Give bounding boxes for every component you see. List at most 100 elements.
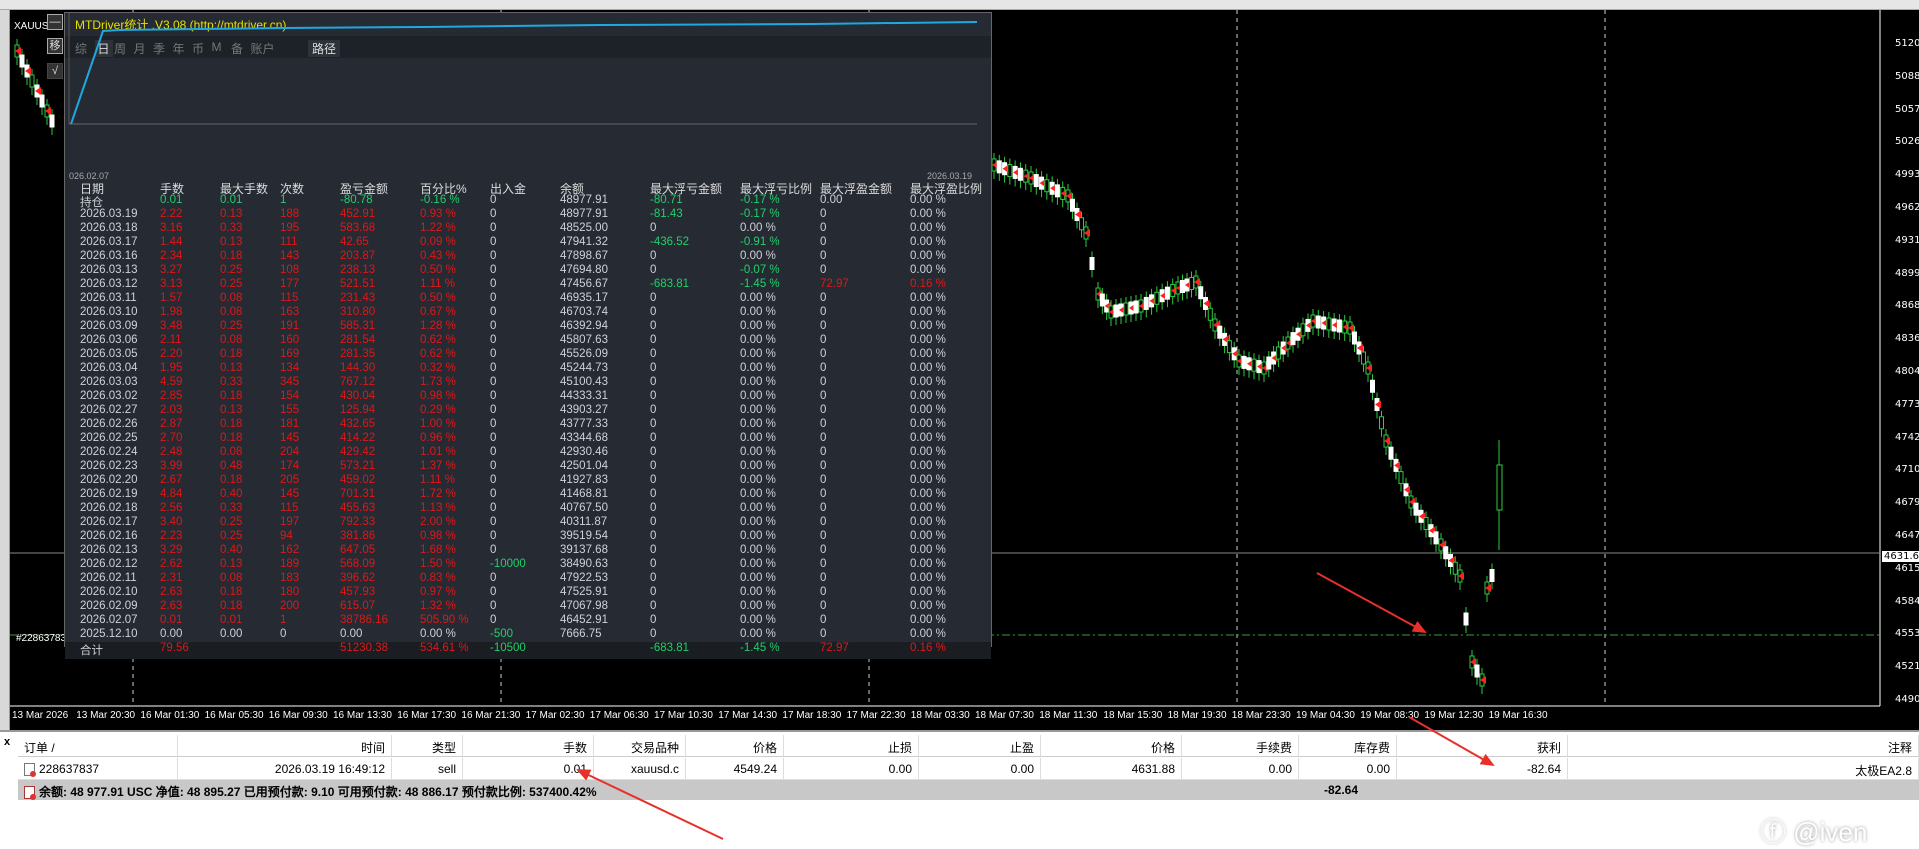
stat-cell: 3.29 xyxy=(160,544,183,556)
minimize-button[interactable]: — xyxy=(47,14,63,30)
price-chart[interactable]: XAUUSD #228637837 5120.305088.955057.605… xyxy=(10,10,1919,730)
stat-cell: 0 xyxy=(650,390,657,402)
stat-cell: 767.12 xyxy=(340,376,376,388)
order-cell-6: 0.00 xyxy=(784,758,919,779)
stat-cell: 0 xyxy=(490,488,497,500)
stat-cell: 41468.81 xyxy=(560,488,608,500)
candle-body xyxy=(49,114,55,128)
table-row: 2025.12.10 0.00 0.00 0 0.00 0.00 % -500 7666.75… xyxy=(65,628,991,642)
stat-cell: 0.00 % xyxy=(740,362,776,374)
table-row: 2026.02.11 2.31 0.08 183 396.62 0.83 % 0 47922.… xyxy=(65,572,991,586)
table-row: 2026.02.13 3.29 0.40 162 647.05 1.68 % 0 39137.… xyxy=(65,544,991,558)
stat-cell: 200 xyxy=(280,600,300,612)
stat-cell: 0 xyxy=(650,544,657,556)
column-header-10[interactable]: 库存费 xyxy=(1299,735,1397,756)
stat-cell: 0.08 xyxy=(220,446,243,458)
stat-cell: 0.00 % xyxy=(740,292,776,304)
stat-cell: 1.01 % xyxy=(420,446,456,458)
candle-body xyxy=(1198,286,1204,300)
watermark-text: @iven xyxy=(1793,817,1868,847)
stat-cell: 0.00 % xyxy=(740,530,776,542)
stat-cell: 204 xyxy=(280,446,300,458)
stat-cell: 0 xyxy=(820,418,827,430)
column-header-11[interactable]: 获利 xyxy=(1397,735,1568,756)
stat-cell: 1.00 % xyxy=(420,418,456,430)
stat-cell: 0 xyxy=(650,600,657,612)
move-button[interactable]: 移 xyxy=(47,38,63,54)
stat-cell: -1.45 % xyxy=(740,642,780,654)
column-header-3[interactable]: 手数 xyxy=(463,735,594,756)
column-header-2[interactable]: 类型 xyxy=(392,735,463,756)
stat-cell: 0.08 xyxy=(220,292,243,304)
stat-cell: 0 xyxy=(820,460,827,472)
column-header-9[interactable]: 手续费 xyxy=(1182,735,1299,756)
stat-cell: 0.16 % xyxy=(910,278,946,290)
close-terminal-button[interactable]: x xyxy=(4,736,10,748)
stat-cell: 0.09 % xyxy=(420,236,456,248)
stat-cell: 505.90 % xyxy=(420,614,469,626)
stat-cell: 47067.98 xyxy=(560,600,608,612)
order-doc-icon xyxy=(24,763,36,778)
stat-cell: 0.00 % xyxy=(910,558,946,570)
stat-cell: 46703.74 xyxy=(560,306,608,318)
time-label: 19 Mar 04:30 xyxy=(1296,710,1355,721)
stat-cell: 792.33 xyxy=(340,516,376,528)
price-label: 4962.60 xyxy=(1895,202,1919,213)
stat-cell: 0.00 % xyxy=(740,390,776,402)
stat-cell: 0.00 % xyxy=(910,348,946,360)
table-row: 2026.03.18 3.16 0.33 195 583.68 1.22 % 0 48525.… xyxy=(65,222,991,236)
stat-cell: 2.03 xyxy=(160,404,183,416)
candle-body xyxy=(1463,612,1469,626)
table-row: 2026.03.19 2.22 0.13 188 452.91 0.93 % 0 48977.… xyxy=(65,208,991,222)
stat-cell: 2026.02.20 xyxy=(80,474,138,486)
stat-cell: 0.00 % xyxy=(910,502,946,514)
stat-cell: 2.87 xyxy=(160,418,183,430)
column-header-8[interactable]: 价格 xyxy=(1041,735,1182,756)
column-header-6[interactable]: 止损 xyxy=(784,735,919,756)
stat-cell: 0.18 xyxy=(220,474,243,486)
stat-cell: 94 xyxy=(280,530,293,542)
stat-cell: 1.44 xyxy=(160,236,183,248)
candle-body xyxy=(1070,198,1075,212)
column-header-5[interactable]: 价格 xyxy=(686,735,784,756)
stat-cell: 0.00 % xyxy=(740,348,776,360)
candle-body xyxy=(1017,167,1023,181)
stat-cell: 0 xyxy=(490,278,497,290)
column-header-7[interactable]: 止盈 xyxy=(919,735,1041,756)
candle-body xyxy=(1217,325,1223,339)
stat-cell: 48977.91 xyxy=(560,194,608,206)
candle-body xyxy=(1489,569,1495,582)
stat-cell: 452.91 xyxy=(340,208,376,220)
stat-cell: 0.00 % xyxy=(910,194,946,206)
stat-cell: 0.32 % xyxy=(420,362,456,374)
stat-cell: 0 xyxy=(820,502,827,514)
stat-cell: 0.25 xyxy=(220,530,243,542)
time-label: 16 Mar 21:30 xyxy=(461,710,521,721)
table-row: 2026.02.16 2.23 0.25 94 381.86 0.98 % 0 39519.5… xyxy=(65,530,991,544)
time-label: 16 Mar 01:30 xyxy=(140,710,200,721)
table-row: 2026.03.16 2.34 0.18 143 203.87 0.43 % 0 47898.… xyxy=(65,250,991,264)
stat-cell: 0.40 xyxy=(220,544,243,556)
stat-cell: 0.00 % xyxy=(910,586,946,598)
stat-cell: 197 xyxy=(280,516,300,528)
column-header-1[interactable]: 时间 xyxy=(178,735,392,756)
column-header-12[interactable]: 注释 xyxy=(1568,735,1919,756)
price-label: 4647.20 xyxy=(1895,530,1919,541)
confirm-button[interactable]: √ xyxy=(47,63,63,79)
price-label: 4993.95 xyxy=(1895,169,1919,181)
terminal-header: 订单 / 时间 类型 手数 交易品种 价格 止损 止盈 价格 手续费 库存费 获利 注释 xyxy=(18,735,1919,757)
stat-cell: 143 xyxy=(280,250,300,262)
stat-cell: 0 xyxy=(820,446,827,458)
column-header-4[interactable]: 交易品种 xyxy=(594,735,686,756)
stat-cell: 40767.50 xyxy=(560,502,608,514)
stat-cell: 281.35 xyxy=(340,348,376,360)
stat-cell: 2026.02.16 xyxy=(80,530,138,542)
stat-cell: -500 xyxy=(490,628,514,640)
stat-cell: 0.18 xyxy=(220,390,243,402)
stat-cell: 0 xyxy=(490,516,497,528)
stat-cell: 47525.91 xyxy=(560,586,608,598)
candle-body xyxy=(1251,358,1257,372)
column-header-0[interactable]: 订单 / xyxy=(18,735,178,756)
order-row[interactable]: 228637837 2026.03.19 16:49:12 sell 0.01 xauu… xyxy=(18,758,1919,780)
price-label: 4584.50 xyxy=(1895,595,1919,607)
